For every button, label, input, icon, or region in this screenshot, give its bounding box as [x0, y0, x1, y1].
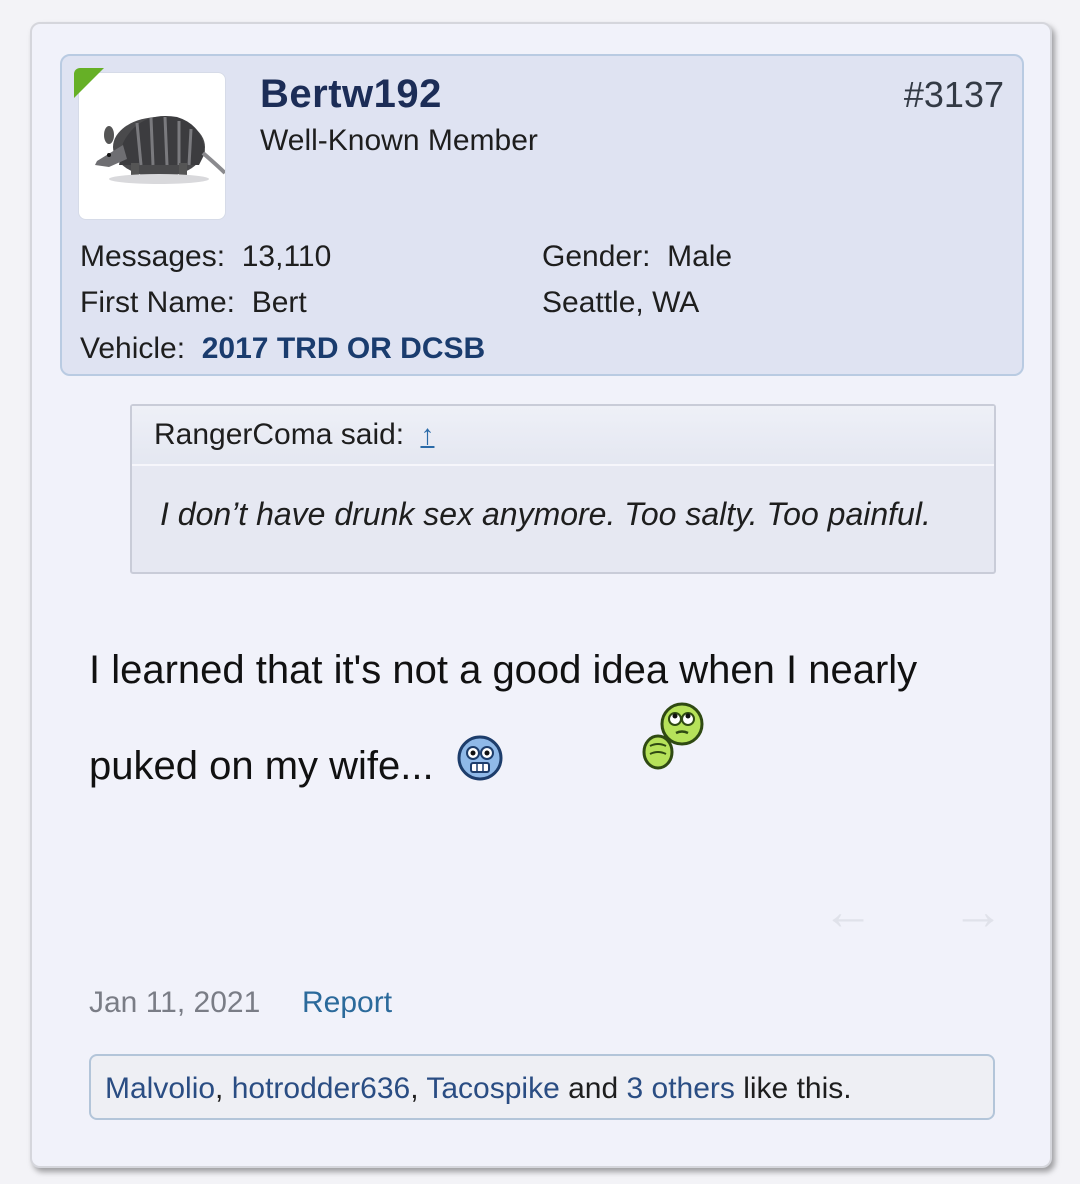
likes-separator: , — [410, 1072, 427, 1105]
vehicle-link[interactable]: 2017 TRD OR DCSB — [202, 332, 485, 365]
location-value: Seattle, WA — [542, 286, 700, 319]
vehicle-label: Vehicle: — [80, 332, 186, 365]
user-info-box: Bertw192 Well-Known Member #3137 Message… — [60, 54, 1024, 376]
gender-value: Male — [667, 240, 733, 273]
messages-stat: Messages: 13,110 — [80, 240, 331, 274]
likes-and-text: and — [559, 1072, 627, 1105]
message-line-2: puked on my wife... — [89, 718, 989, 816]
likes-tail-text: like this. — [734, 1072, 852, 1105]
username[interactable]: Bertw192 — [260, 72, 442, 117]
vehicle-stat: Vehicle: 2017 TRD OR DCSB — [80, 332, 485, 366]
scared-face-emoji-icon — [457, 720, 503, 816]
liker-hotrodder636[interactable]: hotrodder636 — [232, 1072, 410, 1105]
quote-header: RangerComa said: ↑ — [132, 406, 994, 466]
quote-jump-link[interactable]: ↑ — [420, 419, 434, 450]
first-name-stat: First Name: Bert — [80, 286, 307, 320]
message-line-1: I learned that it's not a good idea when… — [89, 648, 918, 692]
post-date[interactable]: Jan 11, 2021 — [89, 986, 260, 1020]
quote-author[interactable]: RangerComa said: — [154, 418, 404, 451]
first-name-value: Bert — [251, 286, 307, 319]
post-number-link[interactable]: #3137 — [904, 74, 1004, 116]
messages-value: 13,110 — [241, 240, 332, 273]
likes-bar: Malvolio, hotrodder636, Tacospike and 3 … — [89, 1054, 995, 1120]
post-card: Bertw192 Well-Known Member #3137 Message… — [30, 22, 1052, 1168]
online-indicator — [74, 68, 104, 98]
likes-others-link[interactable]: 3 others — [626, 1072, 734, 1105]
quote-block: RangerComa said: ↑ I don’t have drunk se… — [130, 404, 996, 574]
likes-separator: , — [215, 1072, 232, 1105]
liker-malvolio[interactable]: Malvolio — [105, 1072, 215, 1105]
gender-stat: Gender: Male — [542, 240, 732, 274]
next-arrow-icon[interactable]: → — [952, 882, 1004, 942]
prev-arrow-icon[interactable]: ← — [822, 882, 874, 942]
first-name-label: First Name: — [80, 286, 236, 319]
gender-label: Gender: — [542, 240, 651, 273]
messages-label: Messages: — [80, 240, 226, 273]
puking-smiley-emoji-icon — [640, 700, 706, 777]
report-link[interactable]: Report — [302, 986, 392, 1020]
liker-tacospike[interactable]: Tacospike — [426, 1072, 559, 1105]
message-line-2-text: puked on my wife... — [89, 744, 434, 788]
quote-text: I don’t have drunk sex anymore. Too salt… — [160, 496, 931, 532]
message-body: I learned that it's not a good idea when… — [89, 622, 989, 816]
user-title: Well-Known Member — [260, 124, 538, 157]
